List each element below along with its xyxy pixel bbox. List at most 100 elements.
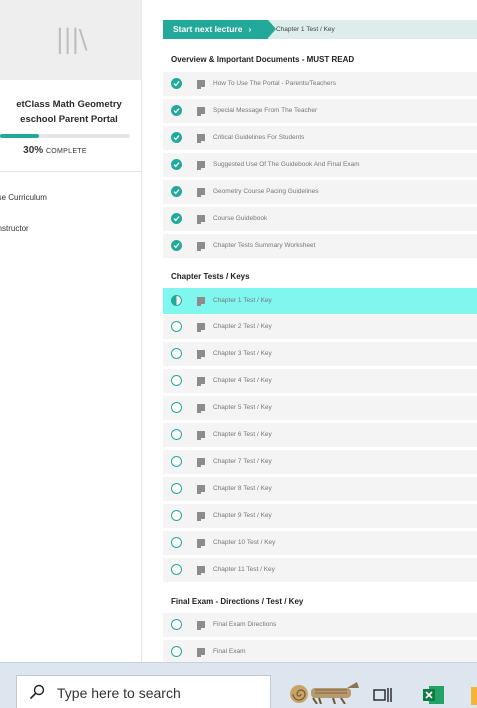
lecture-title: Chapter 6 Test / Key [213, 431, 272, 438]
course-sidebar: |||\ etClass Math Geometry eschool Paren… [0, 0, 142, 662]
breadcrumb[interactable]: Chapter 1 Test / Key [276, 20, 335, 39]
incomplete-circle-icon [171, 321, 182, 332]
document-icon [197, 350, 205, 359]
start-next-lecture-label: Start next lecture [173, 24, 243, 34]
document-icon [197, 242, 205, 251]
lecture-row[interactable]: Chapter 6 Test / Key [163, 423, 477, 447]
lecture-row[interactable]: Final Exam Directions [163, 613, 477, 637]
document-icon [197, 80, 205, 89]
lecture-row[interactable]: Chapter 2 Test / Key [163, 315, 477, 339]
lecture-row[interactable]: Suggested Use Of The Guidebook And Final… [163, 153, 477, 177]
document-icon [197, 431, 205, 440]
completed-check-icon [171, 240, 182, 251]
completed-check-icon [171, 78, 182, 89]
incomplete-circle-icon [171, 456, 182, 467]
course-title: etClass Math Geometry eschool Parent Por… [0, 98, 148, 127]
lecture-row[interactable]: Chapter 10 Test / Key [163, 531, 477, 555]
incomplete-circle-icon [171, 429, 182, 440]
incomplete-circle-icon [171, 348, 182, 359]
document-icon [197, 512, 205, 521]
lecture-title: Chapter 2 Test / Key [213, 323, 272, 330]
lecture-title: Chapter 1 Test / Key [213, 297, 272, 304]
search-icon [29, 684, 45, 700]
lecture-title: Chapter 10 Test / Key [213, 539, 276, 546]
document-icon [197, 161, 205, 170]
document-icon [197, 404, 205, 413]
lecture-row[interactable]: Special Message From The Teacher [163, 99, 477, 123]
lecture-title: Course Guidebook [213, 215, 268, 222]
lecture-row[interactable]: Chapter 5 Test / Key [163, 396, 477, 420]
in-progress-icon [171, 295, 182, 306]
incomplete-circle-icon [171, 402, 182, 413]
lecture-topbar: Start next lecture › Chapter 1 Test / Key [163, 20, 477, 39]
incomplete-circle-icon [171, 646, 182, 657]
document-icon [197, 377, 205, 386]
file-explorer-icon[interactable] [471, 687, 477, 705]
lecture-row[interactable]: Course Guidebook [163, 207, 477, 231]
lecture-title: Chapter 5 Test / Key [213, 404, 272, 411]
sidebar-link-instructor[interactable]: ur Instructor [0, 224, 29, 233]
lecture-title: Final Exam [213, 648, 246, 655]
document-icon [197, 323, 205, 332]
library-icon: |||\ [55, 25, 87, 55]
section-title: Overview & Important Documents - MUST RE… [171, 55, 355, 64]
incomplete-circle-icon [171, 537, 182, 548]
progress-label: 30% COMPLETE [0, 145, 110, 156]
lecture-row[interactable]: Chapter 8 Test / Key [163, 477, 477, 501]
excel-icon[interactable] [423, 685, 445, 705]
task-view-icon[interactable] [373, 687, 393, 703]
document-icon [197, 621, 205, 630]
lecture-row[interactable]: Critical Guidelines For Students [163, 126, 477, 150]
lecture-row[interactable]: Chapter 4 Test / Key [163, 369, 477, 393]
lecture-title: Chapter 9 Test / Key [213, 512, 272, 519]
completed-check-icon [171, 132, 182, 143]
course-title-line-1: etClass Math Geometry [16, 99, 122, 110]
page: |||\ etClass Math Geometry eschool Paren… [0, 0, 477, 708]
start-next-lecture-button[interactable]: Start next lecture › [163, 20, 276, 39]
fossil-search-highlight-icon[interactable] [289, 680, 361, 704]
lecture-row[interactable]: Chapter 1 Test / Key [163, 288, 477, 314]
incomplete-circle-icon [171, 483, 182, 494]
document-icon [197, 188, 205, 197]
sidebar-link-course-curriculum[interactable]: ourse Curriculum [0, 193, 47, 202]
windows-taskbar: Type here to search [0, 662, 477, 708]
document-icon [197, 134, 205, 143]
incomplete-circle-icon [171, 375, 182, 386]
progress-percent: 30% [23, 145, 44, 156]
course-title-line-2: eschool Parent Portal [20, 113, 118, 125]
course-logo[interactable]: |||\ [0, 0, 142, 80]
chevron-right-icon: › [248, 24, 252, 34]
progress-bar-fill [0, 134, 39, 138]
lecture-title: Final Exam Directions [213, 621, 277, 628]
lecture-row[interactable]: Chapter 11 Test / Key [163, 558, 477, 582]
lecture-title: Chapter 8 Test / Key [213, 485, 272, 492]
taskbar-search-box[interactable]: Type here to search [16, 675, 271, 708]
progress-bar [0, 134, 130, 138]
lecture-title: Chapter 7 Test / Key [213, 458, 272, 465]
document-icon [197, 485, 205, 494]
document-icon [197, 648, 205, 657]
lecture-title: Chapter 4 Test / Key [213, 377, 272, 384]
search-placeholder: Type here to search [57, 685, 181, 701]
incomplete-circle-icon [171, 510, 182, 521]
lecture-title: Geometry Course Pacing Guidelines [213, 188, 319, 195]
lecture-row[interactable]: Final Exam [163, 640, 477, 664]
lecture-row[interactable]: Chapter 3 Test / Key [163, 342, 477, 366]
lecture-title: Suggested Use Of The Guidebook And Final… [213, 161, 360, 168]
lecture-title: How To Use The Portal - Parents/Teachers [213, 80, 336, 87]
document-icon [197, 539, 205, 548]
incomplete-circle-icon [171, 619, 182, 630]
progress-complete-word: COMPLETE [45, 148, 87, 155]
lecture-row[interactable]: How To Use The Portal - Parents/Teachers [163, 72, 477, 96]
lecture-row[interactable]: Geometry Course Pacing Guidelines [163, 180, 477, 204]
curriculum-main: Start next lecture › Chapter 1 Test / Key… [143, 0, 477, 664]
completed-check-icon [171, 159, 182, 170]
lecture-row[interactable]: Chapter Tests Summary Worksheet [163, 234, 477, 258]
section-title: Chapter Tests / Keys [171, 272, 250, 281]
document-icon [197, 458, 205, 467]
lecture-row[interactable]: Chapter 9 Test / Key [163, 504, 477, 528]
lecture-title: Critical Guidelines For Students [213, 134, 305, 141]
lecture-title: Special Message From The Teacher [213, 107, 318, 114]
lecture-title: Chapter 3 Test / Key [213, 350, 272, 357]
lecture-row[interactable]: Chapter 7 Test / Key [163, 450, 477, 474]
